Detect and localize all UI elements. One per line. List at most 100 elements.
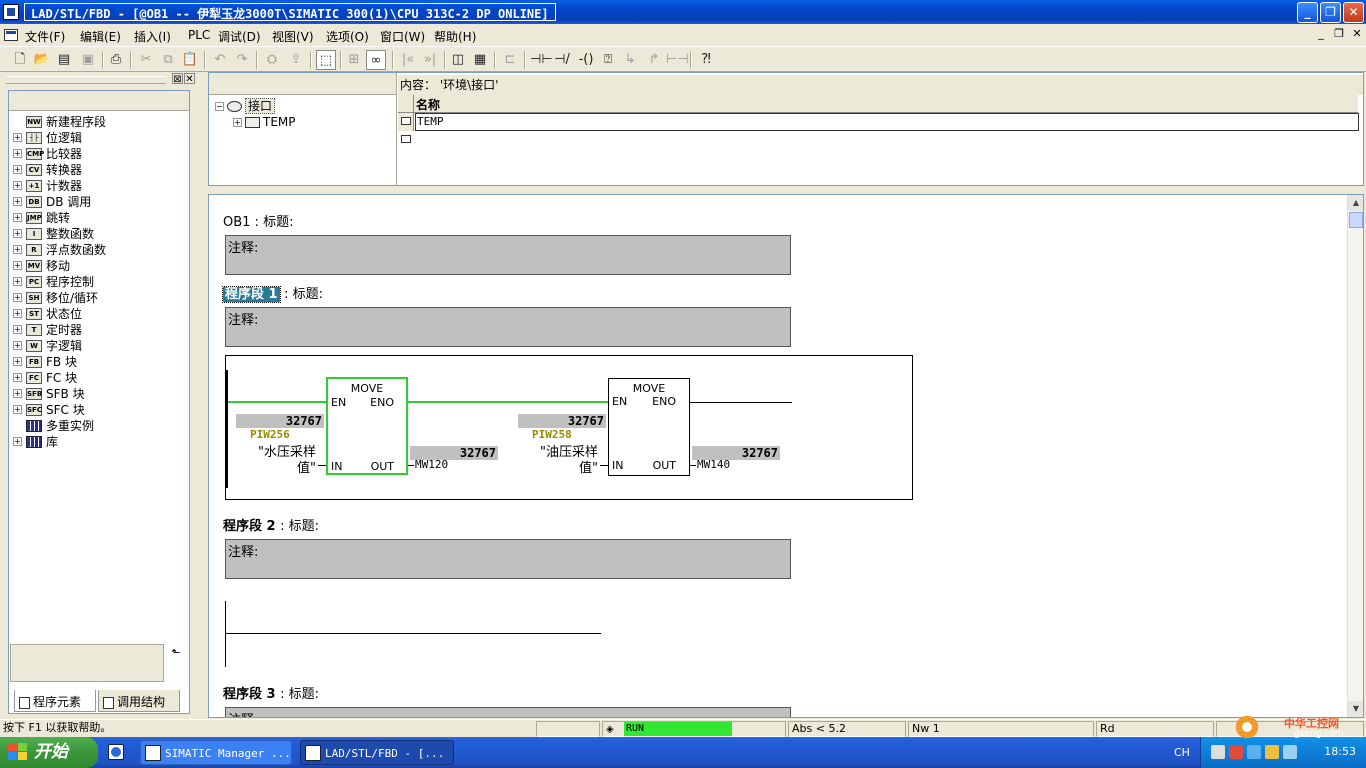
expand-icon[interactable]: +: [13, 165, 22, 174]
interface-row[interactable]: TEMP: [398, 113, 1359, 131]
expand-icon[interactable]: +: [13, 197, 22, 206]
download-icon[interactable]: ▤: [54, 50, 74, 70]
mdi-close-button[interactable]: ✕: [1350, 27, 1364, 41]
move-2-out-operand[interactable]: MW140: [697, 458, 730, 471]
network-2-comment[interactable]: 注释:: [225, 539, 791, 579]
expand-icon[interactable]: +: [13, 293, 22, 302]
expand-icon[interactable]: +: [13, 181, 22, 190]
menu-options[interactable]: 选项(O): [326, 28, 369, 45]
coil-icon[interactable]: -(): [576, 50, 596, 70]
panel-grip[interactable]: [6, 76, 166, 84]
collapse-icon[interactable]: −: [215, 102, 224, 111]
tree-item[interactable]: + T 定时器: [13, 321, 82, 337]
panel-dock-button[interactable]: ⊠: [172, 73, 183, 85]
help-icon[interactable]: ⁈: [696, 50, 716, 70]
tree-item[interactable]: + PC 程序控制: [13, 273, 94, 289]
tree-item[interactable]: + SFC SFC 块: [13, 401, 85, 417]
menu-help[interactable]: 帮助(H): [434, 28, 476, 45]
block-comment[interactable]: 注释:: [225, 235, 791, 275]
contact-no-icon[interactable]: ⊣⊢: [530, 50, 553, 70]
tree-item[interactable]: + ST 状态位: [13, 305, 82, 321]
tree-item[interactable]: + SH 移位/循环: [13, 289, 98, 305]
interface-tree[interactable]: − 接口 + TEMP: [209, 73, 397, 185]
overview-icon[interactable]: ◫: [448, 50, 468, 70]
tree-item[interactable]: + DB DB 调用: [13, 193, 91, 209]
scroll-thumb[interactable]: [1349, 212, 1363, 228]
next-icon[interactable]: »|: [420, 50, 440, 70]
tree-item[interactable]: + SFB SFB 块: [13, 385, 85, 401]
expand-icon[interactable]: +: [13, 277, 22, 286]
close-branch-icon[interactable]: ↱: [644, 50, 664, 70]
new-icon[interactable]: 🗋: [10, 50, 30, 70]
tree-item[interactable]: + MV 移动: [13, 257, 70, 273]
move-1-in-symbol-cont[interactable]: 值": [236, 457, 316, 476]
contact-nc-icon[interactable]: ⊣/⊢: [552, 50, 572, 87]
quicklaunch-icon[interactable]: [108, 744, 124, 760]
open-branch-icon[interactable]: ↳: [620, 50, 640, 70]
scroll-up-icon[interactable]: ▲: [1348, 195, 1363, 211]
move-2-in-symbol-cont[interactable]: 值": [518, 457, 598, 476]
tree-item[interactable]: + JMP 跳转: [13, 209, 70, 225]
tree-item[interactable]: + W 字逻辑: [13, 337, 82, 353]
minimize-button[interactable]: _: [1297, 2, 1318, 23]
interface-row[interactable]: [398, 131, 1358, 149]
expand-icon[interactable]: +: [13, 309, 22, 318]
network-3-comment[interactable]: 注释:: [225, 707, 791, 717]
interface-root-node[interactable]: − 接口: [215, 97, 276, 114]
expand-icon[interactable]: +: [13, 149, 22, 158]
start-button[interactable]: 开始: [0, 737, 98, 768]
open-icon[interactable]: 📂: [32, 50, 52, 70]
network-2-header[interactable]: 程序段 2 : 标题:: [223, 515, 319, 534]
expand-icon[interactable]: +: [13, 437, 22, 446]
expand-icon[interactable]: +: [13, 357, 22, 366]
tree-item[interactable]: + ┤├ 位逻辑: [13, 129, 82, 145]
tree-item[interactable]: + I 整数函数: [13, 225, 94, 241]
network-2-empty-line[interactable]: [225, 633, 601, 634]
task-simatic-manager[interactable]: SIMATIC Manager ...: [140, 740, 292, 765]
tree-item[interactable]: + CMP 比较器: [13, 145, 82, 161]
tree-item[interactable]: + +1 计数器: [13, 177, 82, 193]
details-icon[interactable]: ▦: [470, 50, 490, 70]
monitor-icon[interactable]: ⬚: [316, 50, 336, 70]
undo-icon[interactable]: ↶: [210, 50, 230, 70]
network-icon[interactable]: ⊞: [344, 50, 364, 70]
move-box-2[interactable]: MOVE EN ENO IN OUT: [608, 378, 690, 476]
expand-icon[interactable]: +: [13, 373, 22, 382]
security-tray-icon[interactable]: [1229, 745, 1243, 759]
tree-item[interactable]: + R 浮点数函数: [13, 241, 106, 257]
expand-icon[interactable]: +: [13, 389, 22, 398]
network-3-header[interactable]: 程序段 3 : 标题:: [223, 683, 319, 702]
task-lad-editor[interactable]: LAD/STL/FBD - [...: [300, 740, 454, 765]
tree-item[interactable]: + 库: [13, 433, 58, 449]
document-icon[interactable]: [4, 29, 18, 41]
title-bar[interactable]: LAD/STL/FBD - [@OB1 -- 伊犁玉龙3000T\SIMATIC…: [0, 0, 1366, 24]
tree-item[interactable]: + CV 转换器: [13, 161, 82, 177]
maximize-button[interactable]: ❐: [1320, 2, 1341, 23]
block-title[interactable]: OB1 : 标题:: [223, 211, 293, 230]
move-2-in-address[interactable]: PIW258: [532, 428, 572, 441]
license-tray-icon[interactable]: [1247, 745, 1261, 759]
mdi-restore-button[interactable]: ❐: [1332, 27, 1346, 41]
network-1-ladder[interactable]: MOVE EN ENO IN OUT 32767 PIW256 "水压采样 值"…: [225, 355, 913, 500]
load-icon[interactable]: ⇪: [286, 50, 306, 70]
menu-window[interactable]: 窗口(W): [380, 28, 425, 45]
expand-icon[interactable]: +: [13, 229, 22, 238]
redo-icon[interactable]: ↷: [232, 50, 252, 70]
connect-icon[interactable]: ⊢⊣: [666, 50, 689, 70]
move-1-out-operand[interactable]: MW120: [415, 458, 448, 471]
tree-item[interactable]: + FB FB 块: [13, 353, 77, 369]
network-1-header[interactable]: 程序段 1 : 标题:: [222, 283, 323, 303]
expand-icon[interactable]: +: [233, 118, 242, 127]
print-icon[interactable]: ⎙: [106, 50, 126, 70]
prev-icon[interactable]: |«: [398, 50, 418, 70]
expand-icon[interactable]: +: [13, 325, 22, 334]
cut-icon[interactable]: ✂: [136, 50, 156, 70]
menu-view[interactable]: 视图(V): [272, 28, 314, 45]
panel-close-button[interactable]: ✕: [184, 73, 195, 85]
network-1-comment[interactable]: 注释:: [225, 307, 791, 347]
expand-icon[interactable]: +: [13, 261, 22, 270]
expand-icon[interactable]: +: [13, 341, 22, 350]
menu-plc[interactable]: PLC: [188, 28, 210, 42]
menu-debug[interactable]: 调试(D): [218, 28, 261, 45]
clock[interactable]: 18:53: [1324, 745, 1356, 758]
